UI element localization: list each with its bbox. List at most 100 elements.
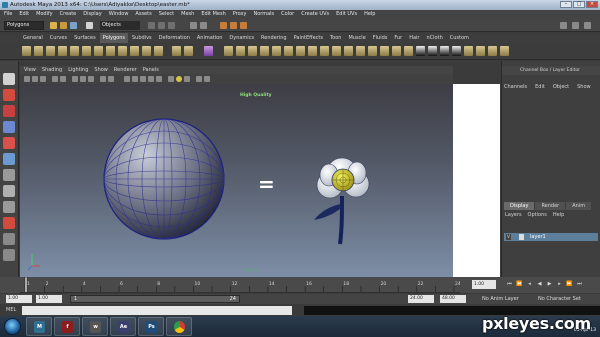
tab-render-layers[interactable]: Render	[535, 202, 566, 210]
tab-curves[interactable]: Curves	[47, 33, 70, 43]
construction-history-icon[interactable]	[200, 22, 207, 29]
xray-joints-icon[interactable]	[204, 76, 210, 82]
duplicate-face-icon[interactable]	[356, 46, 365, 56]
save-scene-icon[interactable]	[70, 22, 77, 29]
layer-menu-options[interactable]: Options	[528, 212, 547, 218]
panel-menu-shading[interactable]: Shading	[42, 66, 62, 74]
soften-edge-icon[interactable]	[488, 46, 497, 56]
menu-set-dropdown[interactable]: Polygons	[4, 21, 44, 30]
layer-menu-help[interactable]: Help	[553, 212, 564, 218]
single-perspective-layout-icon[interactable]	[3, 201, 15, 213]
render-settings-icon[interactable]	[240, 22, 247, 29]
open-scene-icon[interactable]	[60, 22, 67, 29]
menu-normals[interactable]: Normals	[253, 10, 274, 19]
current-frame-field[interactable]: 1.00	[472, 280, 496, 289]
step-back-frame-icon[interactable]: ◂	[526, 281, 533, 288]
grid-toggle-icon[interactable]	[60, 76, 66, 82]
anim-layer-dropdown[interactable]: No Anim Layer	[482, 295, 519, 303]
poly-pyramid-icon[interactable]	[106, 46, 115, 56]
channel-box-menu-edit[interactable]: Edit	[535, 84, 545, 90]
tab-ncloth[interactable]: nCloth	[424, 33, 446, 43]
bevel-icon[interactable]	[320, 46, 329, 56]
tab-painteffects[interactable]: PaintEffects	[291, 33, 326, 43]
planar-map-icon[interactable]	[416, 46, 425, 56]
menu-modify[interactable]: Modify	[36, 10, 53, 19]
mel-label[interactable]: MEL	[6, 306, 16, 315]
play-forwards-icon[interactable]: ▶	[546, 281, 553, 288]
tab-muscle[interactable]: Muscle	[345, 33, 368, 43]
insert-edge-loop-icon[interactable]	[284, 46, 293, 56]
channel-box-menu-channels[interactable]: Channels	[504, 84, 527, 90]
menu-help[interactable]: Help	[364, 10, 375, 19]
scale-tool-icon[interactable]	[3, 153, 15, 165]
poly-cube-icon[interactable]	[34, 46, 43, 56]
tab-polygons[interactable]: Polygons	[99, 33, 128, 43]
playback-start-field[interactable]: 1.00	[36, 295, 62, 303]
start-button[interactable]	[4, 318, 21, 335]
menu-display[interactable]: Display	[83, 10, 101, 19]
channel-box-menu-object[interactable]: Object	[553, 84, 569, 90]
select-tool-icon[interactable]	[3, 73, 15, 85]
menu-edit-mesh[interactable]: Edit Mesh	[201, 10, 225, 19]
step-forward-frame-icon[interactable]: ▸	[556, 281, 563, 288]
playback-end-field[interactable]: 24.00	[408, 295, 434, 303]
append-polygon-icon[interactable]	[248, 46, 257, 56]
select-mode-icon[interactable]	[86, 22, 93, 29]
animation-end-field[interactable]: 48.00	[440, 295, 466, 303]
paint-select-tool-icon[interactable]	[3, 105, 15, 117]
wireframe-icon[interactable]	[124, 76, 130, 82]
combine-icon[interactable]	[172, 46, 181, 56]
channel-box-menu-show[interactable]: Show	[577, 84, 591, 90]
tab-custom[interactable]: Custom	[447, 33, 472, 43]
play-backwards-icon[interactable]: ◀	[536, 281, 543, 288]
panel-menu-show[interactable]: Show	[94, 66, 108, 74]
menu-color[interactable]: Color	[281, 10, 294, 19]
menu-proxy[interactable]: Proxy	[233, 10, 247, 19]
poly-prism-icon[interactable]	[94, 46, 103, 56]
snap-curve-icon[interactable]	[158, 22, 165, 29]
history-icon[interactable]	[190, 22, 197, 29]
step-forward-key-icon[interactable]: ⏩	[566, 281, 573, 288]
poly-soccer-ball-icon[interactable]	[142, 46, 151, 56]
high-quality-icon[interactable]	[176, 76, 182, 82]
persp-outliner-layout-icon[interactable]	[3, 233, 15, 245]
taskbar-after-effects-button[interactable]: Ae	[110, 317, 136, 336]
camera-attributes-icon[interactable]	[32, 76, 38, 82]
animation-start-field[interactable]: 1.00	[6, 295, 32, 303]
go-to-start-icon[interactable]: ⏮	[506, 281, 513, 288]
poly-platonic-icon[interactable]	[154, 46, 163, 56]
cleanup-icon[interactable]	[404, 46, 413, 56]
menu-mesh[interactable]: Mesh	[181, 10, 194, 19]
poly-torus-icon[interactable]	[82, 46, 91, 56]
four-view-layout-icon[interactable]	[3, 217, 15, 229]
smooth-shade-icon[interactable]	[132, 76, 138, 82]
panel-menu-renderer[interactable]: Renderer	[114, 66, 137, 74]
menu-select[interactable]: Select	[159, 10, 174, 19]
render-icon[interactable]	[220, 22, 227, 29]
menu-create-uvs[interactable]: Create UVs	[301, 10, 329, 19]
uv-editor-icon[interactable]	[464, 46, 473, 56]
taskbar-photoshop-button[interactable]: Ps	[138, 317, 164, 336]
layer-visibility-toggle[interactable]: V	[506, 234, 511, 240]
menu-window[interactable]: Window	[109, 10, 129, 19]
menu-assets[interactable]: Assets	[135, 10, 151, 19]
field-chart-icon[interactable]	[100, 76, 106, 82]
move-tool-icon[interactable]	[3, 121, 15, 133]
wedge-icon[interactable]	[332, 46, 341, 56]
persp-graph-layout-icon[interactable]	[3, 249, 15, 261]
step-back-key-icon[interactable]: ⏪	[516, 281, 523, 288]
reduce-icon[interactable]	[392, 46, 401, 56]
taskbar-wacom-button[interactable]: w	[82, 317, 108, 336]
ipr-render-icon[interactable]	[230, 22, 237, 29]
tab-rendering[interactable]: Rendering	[258, 33, 290, 43]
tab-fluids[interactable]: Fluids	[370, 33, 391, 43]
panel-menu-panels[interactable]: Panels	[143, 66, 159, 74]
character-set-dropdown[interactable]: No Character Set	[538, 295, 581, 303]
layer-color-swatch[interactable]	[519, 234, 524, 240]
cylindrical-map-icon[interactable]	[428, 46, 437, 56]
selection-mask-dropdown[interactable]: Objects	[100, 21, 140, 30]
poly-pipe-icon[interactable]	[118, 46, 127, 56]
resolution-gate-icon[interactable]	[80, 76, 86, 82]
menu-edit-uvs[interactable]: Edit UVs	[336, 10, 357, 19]
poly-cylinder-icon[interactable]	[46, 46, 55, 56]
